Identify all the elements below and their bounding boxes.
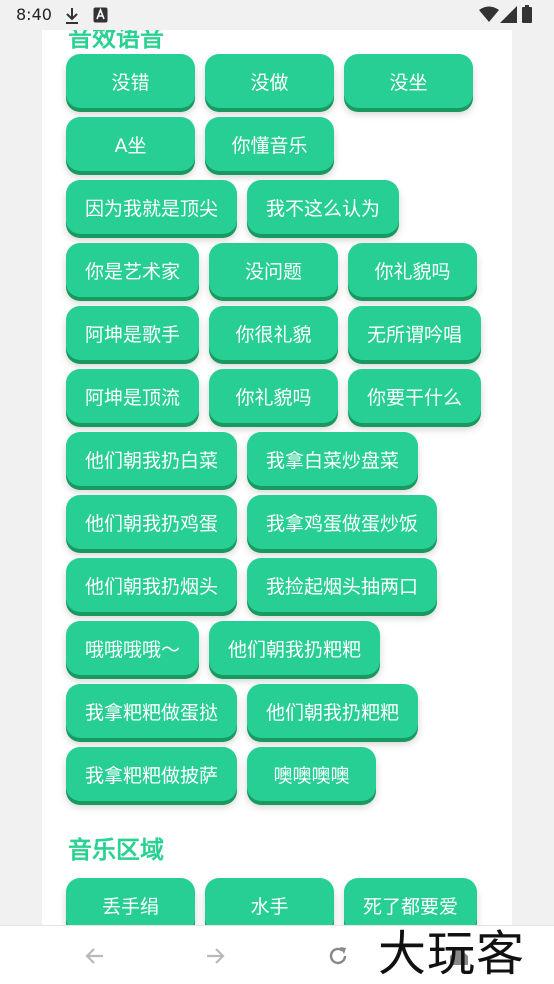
sound-button[interactable]: 丢手绢	[66, 878, 195, 925]
sound-button[interactable]: 因为我就是顶尖	[66, 180, 238, 234]
sound-button[interactable]: 没问题	[209, 243, 339, 297]
sound-button[interactable]: 哦哦哦哦～	[66, 621, 200, 675]
status-time: 8:40	[16, 5, 52, 24]
sound-button[interactable]: 你是艺术家	[66, 243, 200, 297]
sound-button[interactable]: 我拿白菜炒盘菜	[247, 432, 419, 486]
sound-button[interactable]: 没坐	[344, 54, 473, 108]
sound-button[interactable]: 他们朝我扔烟头	[66, 558, 238, 612]
status-bar: 8:40	[0, 0, 554, 30]
sound-button[interactable]: 你懂音乐	[205, 117, 334, 171]
sound-button[interactable]: 我捡起烟头抽两口	[247, 558, 438, 612]
back-arrow-icon[interactable]	[79, 940, 111, 972]
watermark-logo: 大玩客	[378, 926, 526, 982]
wifi-icon	[479, 6, 499, 26]
refresh-icon[interactable]	[322, 940, 354, 972]
sound-button[interactable]: 我拿粑粑做披萨	[66, 747, 238, 801]
sound-button[interactable]: 噢噢噢噢	[247, 747, 377, 801]
section-title-music: 音乐区域	[68, 836, 164, 864]
sound-button[interactable]: 你很礼貌	[209, 306, 339, 360]
sound-button[interactable]: 阿坤是顶流	[66, 369, 200, 423]
sound-button[interactable]: 他们朝我扔粑粑	[209, 621, 381, 675]
sound-button[interactable]: 无所谓吟唱	[348, 306, 482, 360]
sound-button[interactable]: 他们朝我扔粑粑	[247, 684, 419, 738]
signal-icon	[500, 6, 517, 27]
sound-button[interactable]: 水手	[205, 878, 334, 925]
sound-button[interactable]: 他们朝我扔鸡蛋	[66, 495, 238, 549]
keyboard-a-icon	[93, 7, 108, 27]
sound-button[interactable]: 你礼貌吗	[209, 369, 339, 423]
battery-icon	[522, 5, 532, 27]
sound-button[interactable]: A坐	[66, 117, 195, 171]
sound-button[interactable]: 没做	[205, 54, 334, 108]
sound-button[interactable]: 我拿粑粑做蛋挞	[66, 684, 238, 738]
sound-button[interactable]: 阿坤是歌手	[66, 306, 200, 360]
section-title-sound-effects: 音效语音	[68, 30, 164, 52]
sound-button-grid: 没错 没做 没坐 A坐 你懂音乐 因为我就是顶尖 我不这么认为 你是艺术家 没问题 你礼貌吗 阿坤是…	[66, 54, 492, 801]
sound-button[interactable]: 我拿鸡蛋做蛋炒饭	[247, 495, 438, 549]
page-content: 音效语音 没错 没做 没坐 A坐 你懂音乐 因为我就是顶尖 我不这么认为 你是艺术家 没问题 你礼…	[42, 30, 512, 925]
download-icon	[64, 7, 80, 29]
sound-button[interactable]: 你礼貌吗	[348, 243, 478, 297]
forward-arrow-icon[interactable]	[199, 940, 231, 972]
sound-button[interactable]: 我不这么认为	[247, 180, 400, 234]
sound-button[interactable]: 你要干什么	[348, 369, 482, 423]
sound-button[interactable]: 没错	[66, 54, 195, 108]
sound-button[interactable]: 他们朝我扔白菜	[66, 432, 238, 486]
